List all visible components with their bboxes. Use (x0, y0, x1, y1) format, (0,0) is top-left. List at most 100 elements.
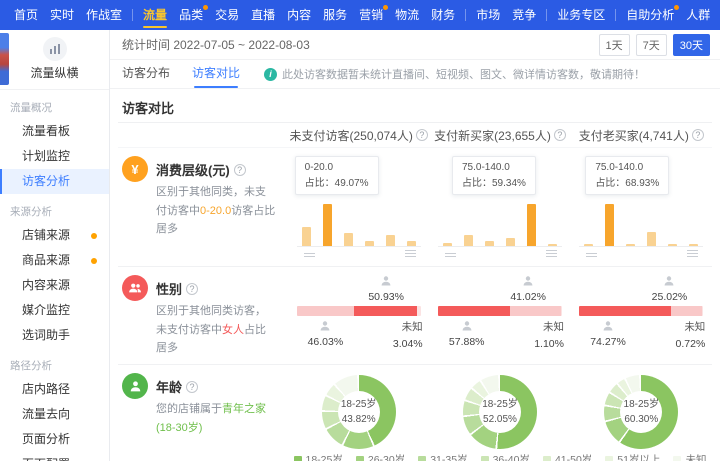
consumption-cell: 0-20.0 占比：49.07% (288, 156, 429, 260)
age-cell: 18-25岁 43.82% (288, 373, 429, 450)
chart-tooltip: 0-20.0 占比：49.07% (294, 156, 379, 195)
legend-item[interactable]: 26-30岁 (355, 452, 405, 461)
notification-dot (91, 258, 97, 264)
nav-item[interactable]: 竞争 (506, 0, 542, 30)
sidebar-item[interactable]: 选词助手 (0, 323, 109, 348)
nav-item[interactable]: 市场 (470, 0, 506, 30)
nav-item[interactable]: 业务专区 (551, 0, 611, 30)
gender-stacked-bar (437, 306, 562, 316)
legend-item[interactable]: 41-50岁 (542, 452, 592, 461)
main-content: 统计时间 2022-07-05 ~ 2022-08-03 1天 7天 30天 访客分… (110, 30, 720, 461)
consumption-bar-chart[interactable]: 0-20.0 占比：49.07% (294, 156, 423, 260)
legend-item[interactable]: 36-40岁 (480, 452, 530, 461)
bar (364, 241, 374, 246)
sidebar: 流量纵横 流量概况 流量看板 计划监控 访客分析 来源分析 店铺来源 商品来源 内容来源 媒介监… (0, 30, 110, 461)
nav-item[interactable]: 人群 (680, 0, 716, 30)
tab[interactable]: 访客对比 (192, 60, 240, 89)
nav-item[interactable]: 学堂 (716, 0, 720, 30)
sidebar-item[interactable]: 店内路径 (0, 377, 109, 402)
help-icon[interactable]: ? (186, 380, 199, 393)
unknown-segment (416, 306, 421, 316)
notice-banner: i 此处访客数据暂未统计直播间、短视频、图文、微详情访客数，敬请期待！ (264, 66, 645, 82)
male-marker: 57.88% (437, 320, 497, 348)
male-marker: 46.03% (295, 320, 355, 348)
donut-center-percent: 52.05% (483, 414, 517, 426)
legend-item[interactable]: 51岁以上 (605, 452, 660, 461)
male-percent: 74.27% (590, 336, 626, 348)
gender-bar-chart[interactable]: 41.02% 57.88% 未知 1.10% (436, 275, 564, 351)
nav-item[interactable]: 物流 (389, 0, 425, 30)
male-segment (296, 306, 354, 316)
range-button[interactable]: 7天 (635, 33, 667, 56)
gender-cell: 50.93% 46.03% 未知 3.04% (288, 275, 429, 358)
floating-banner[interactable] (0, 33, 9, 85)
tooltip-line: 75.0-140.0 (461, 162, 510, 173)
help-icon[interactable]: ? (691, 129, 704, 141)
nav-item[interactable]: 直播 (245, 0, 281, 30)
sidebar-item[interactable]: 访客分析 (0, 169, 109, 194)
female-marker: 25.02% (639, 275, 699, 303)
nav-item[interactable]: 自助分析 (620, 0, 680, 30)
bar (484, 241, 494, 246)
layout: 流量纵横 流量概况 流量看板 计划监控 访客分析 来源分析 店铺来源 商品来源 内容来源 媒介监… (0, 30, 720, 461)
help-icon[interactable]: ? (186, 282, 199, 295)
sidebar-item[interactable]: 页面分析 (0, 427, 109, 452)
consumption-bar-chart[interactable]: 75.0-140.0 占比：68.93% (577, 156, 705, 260)
bars-area (579, 203, 704, 247)
age-donut-chart[interactable]: 18-25岁 43.82% (321, 375, 396, 450)
range-button[interactable]: 1天 (598, 33, 630, 56)
male-icon (462, 321, 472, 331)
legend-item[interactable]: 31-35岁 (418, 452, 468, 461)
unknown-percent: 0.72% (675, 337, 706, 350)
x-axis-label (586, 253, 598, 257)
donut-center-percent: 43.82% (341, 414, 376, 426)
gender-description: 区别于其他同类访客，未支付访客中女人占比居多 (156, 305, 266, 355)
age-donut-chart[interactable]: 18-25岁 52.05% (462, 375, 537, 450)
help-icon[interactable]: ? (415, 129, 428, 141)
sidebar-item[interactable]: 流量看板 (0, 119, 109, 144)
nav-item[interactable]: 品类 (173, 0, 209, 30)
nav-item[interactable]: 实时 (44, 0, 80, 30)
nav-item[interactable]: 服务 (317, 0, 353, 30)
sidebar-section-title: 路径分析 (10, 360, 52, 372)
gender-cell: 25.02% 74.27% 未知 0.72% (571, 275, 712, 358)
nav-item[interactable]: 营销 (353, 0, 389, 30)
age-donut-chart[interactable]: 18-25岁 60.30% (604, 375, 679, 450)
sidebar-item[interactable]: 页面配置 (0, 452, 109, 461)
male-icon (320, 321, 330, 331)
sidebar-item[interactable]: 内容来源 (0, 273, 109, 298)
legend-label: 36-40岁 (492, 454, 530, 461)
nav-item[interactable]: 首页 (8, 0, 44, 30)
notification-dot (674, 5, 680, 10)
donut-center-percent: 60.30% (624, 414, 659, 426)
consumption-icon: ¥ (122, 156, 148, 182)
legend-item[interactable]: 18-25岁 (293, 452, 343, 461)
gender-people-icon (129, 283, 141, 293)
range-button[interactable]: 30天 (672, 33, 710, 56)
bar (626, 244, 636, 246)
consumption-bar-chart[interactable]: 75.0-140.0 占比：59.34% (436, 156, 564, 260)
legend-item[interactable]: 未知 (673, 452, 706, 461)
nav-item[interactable]: 内容 (281, 0, 317, 30)
help-icon[interactable]: ? (233, 163, 246, 176)
donut-center-range: 18-25岁 (340, 398, 377, 410)
unknown-segment (702, 306, 704, 316)
female-marker: 41.02% (498, 275, 558, 303)
sidebar-item[interactable]: 店铺来源 (0, 223, 109, 248)
nav-item[interactable]: 财务 (425, 0, 461, 30)
help-icon[interactable]: ? (553, 129, 566, 141)
legend-label: 31-35岁 (430, 454, 468, 461)
gender-bar-chart[interactable]: 50.93% 46.03% 未知 3.04% (295, 275, 423, 351)
sidebar-item[interactable]: 商品来源 (0, 248, 109, 273)
tab[interactable]: 访客分布 (122, 60, 170, 89)
sidebar-item[interactable]: 计划监控 (0, 144, 109, 169)
female-icon (381, 276, 391, 286)
nav-item[interactable]: 作战室 (80, 0, 128, 30)
sidebar-item[interactable]: 流量去向 (0, 402, 109, 427)
nav-item[interactable]: 交易 (209, 0, 245, 30)
sidebar-item[interactable]: 媒介监控 (0, 298, 109, 323)
female-segment (671, 306, 703, 316)
gender-bar-chart[interactable]: 25.02% 74.27% 未知 0.72% (577, 275, 705, 351)
nav-item[interactable]: 流量 (137, 0, 173, 30)
legend-label: 51岁以上 (617, 454, 661, 461)
